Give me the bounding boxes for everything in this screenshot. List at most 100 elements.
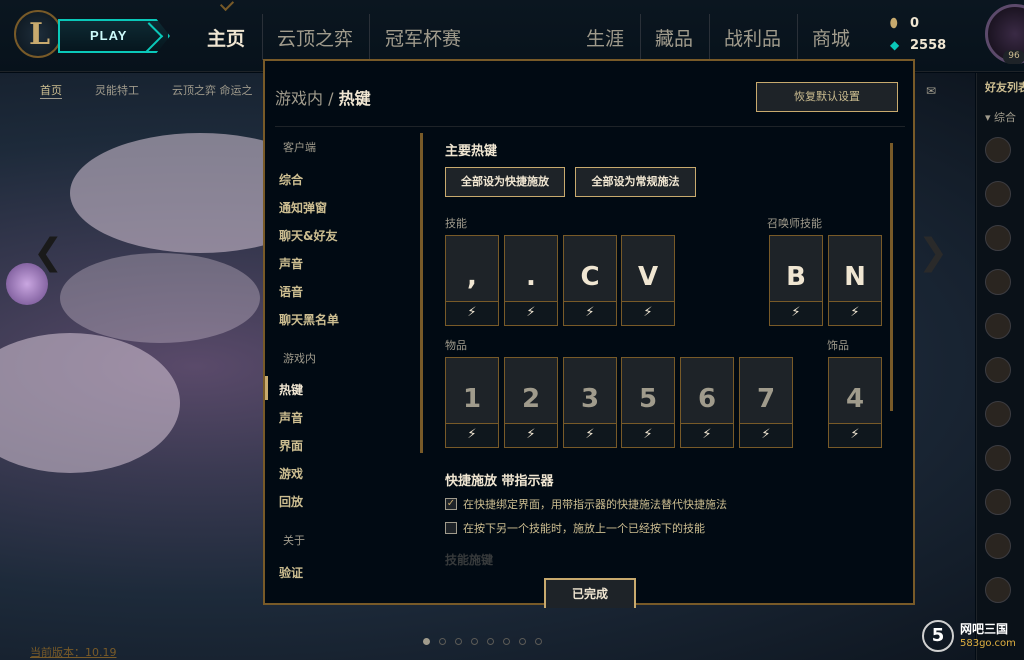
sidebar-item-hotkeys[interactable]: 热键 [279, 381, 303, 398]
nav-tft[interactable]: 云顶之弈 [277, 24, 353, 51]
header-divider [275, 126, 905, 127]
quickcast-bolt-icon[interactable]: ⚡ [770, 301, 822, 325]
carousel-dot[interactable] [423, 638, 430, 645]
skill-r-keybind[interactable]: V ⚡ [621, 235, 675, 326]
nav-clash[interactable]: 冠军杯赛 [385, 24, 461, 51]
friend-avatar[interactable] [985, 489, 1011, 515]
item-slot-6-keybind[interactable]: 7 ⚡ [739, 357, 793, 448]
carousel-dot[interactable] [519, 638, 526, 645]
friends-title: 好友列表 [985, 81, 1024, 94]
sidebar-item-replays[interactable]: 回放 [279, 493, 303, 510]
watermark-title: 网吧三国 [960, 622, 1009, 636]
blue-essence-icon: ⬮ [890, 16, 898, 30]
sidebar-section-ingame: 游戏内 [283, 352, 316, 365]
restore-defaults-button[interactable]: 恢复默认设置 [756, 82, 898, 112]
item-slot-1-keybind[interactable]: 1 ⚡ [445, 357, 499, 448]
client-version-link[interactable]: 当前版本：10.19 [30, 644, 117, 660]
carousel-next-icon[interactable]: ❯ [918, 232, 948, 273]
cast-previous-checkbox[interactable] [445, 522, 457, 534]
nav-divider [797, 14, 798, 60]
replace-quickcast-checkbox[interactable]: ✓ [445, 498, 457, 510]
carousel-dot[interactable] [487, 638, 494, 645]
breadcrumb-current: 热键 [338, 89, 371, 108]
subnav-tft[interactable]: 云顶之弈 命运之 [172, 82, 253, 98]
skills-label: 技能 [445, 217, 467, 230]
summoner-spells-label: 召唤师技能 [767, 217, 822, 230]
sidebar-item-chat-friends[interactable]: 聊天&好友 [279, 227, 337, 244]
play-button[interactable]: PLAY [58, 19, 170, 53]
friend-avatar[interactable] [985, 577, 1011, 603]
item-slot-3-keybind[interactable]: 3 ⚡ [563, 357, 617, 448]
hotkeys-content: 主要热键 全部设为快捷施放 全部设为常规施法 技能 召唤师技能 , ⚡ . ⚡ C ⚡… [445, 133, 890, 573]
quickcast-bolt-icon[interactable]: ⚡ [740, 423, 792, 447]
quickcast-bolt-icon[interactable]: ⚡ [446, 301, 498, 325]
carousel-prev-icon[interactable]: ❮ [33, 232, 63, 273]
carousel-dot[interactable] [471, 638, 478, 645]
sidebar-active-indicator [265, 376, 268, 400]
breadcrumb: 游戏内 / 热键 [275, 85, 371, 109]
sidebar-item-client-sound[interactable]: 声音 [279, 255, 303, 272]
item-slot-4-keybind[interactable]: 5 ⚡ [621, 357, 675, 448]
quickcast-bolt-icon[interactable]: ⚡ [505, 423, 557, 447]
quickcast-bolt-icon[interactable]: ⚡ [622, 423, 674, 447]
skill-q-keybind[interactable]: , ⚡ [445, 235, 499, 326]
quickcast-bolt-icon[interactable]: ⚡ [564, 423, 616, 447]
carousel-dot[interactable] [455, 638, 462, 645]
sidebar-item-voice[interactable]: 语音 [279, 283, 303, 300]
skill-e-keybind[interactable]: C ⚡ [563, 235, 617, 326]
content-scrollbar[interactable] [890, 143, 893, 411]
subnav-home[interactable]: 首页 [40, 82, 62, 99]
summoner-f-keybind[interactable]: N ⚡ [828, 235, 882, 326]
summoner-d-keybind[interactable]: B ⚡ [769, 235, 823, 326]
trinket-keybind[interactable]: 4 ⚡ [828, 357, 882, 448]
quickcast-bolt-icon[interactable]: ⚡ [829, 423, 881, 447]
sidebar-item-notifications[interactable]: 通知弹窗 [279, 199, 327, 216]
friend-avatar[interactable] [985, 357, 1011, 383]
set-all-quickcast-button[interactable]: 全部设为快捷施放 [445, 167, 565, 197]
sidebar-scrollbar[interactable] [420, 133, 423, 453]
sidebar-item-game[interactable]: 游戏 [279, 465, 303, 482]
skill-w-keybind[interactable]: . ⚡ [504, 235, 558, 326]
friend-avatar[interactable] [985, 533, 1011, 559]
nav-store[interactable]: 商城 [812, 24, 850, 51]
quickcast-bolt-icon[interactable]: ⚡ [505, 301, 557, 325]
blue-essence-balance[interactable]: ⬮ 0 [890, 16, 919, 31]
quickcast-bolt-icon[interactable]: ⚡ [681, 423, 733, 447]
replace-quickcast-label[interactable]: 在快捷绑定界面，用带指示器的快捷施法替代快捷施法 [463, 496, 727, 512]
sidebar-section-client: 客户端 [283, 141, 316, 154]
quickcast-bolt-icon[interactable]: ⚡ [446, 423, 498, 447]
done-button[interactable]: 已完成 [544, 578, 636, 608]
carousel-dot[interactable] [439, 638, 446, 645]
carousel-dot[interactable] [535, 638, 542, 645]
quickcast-bolt-icon[interactable]: ⚡ [622, 301, 674, 325]
carousel-dot[interactable] [503, 638, 510, 645]
set-all-normal-cast-button[interactable]: 全部设为常规施法 [575, 167, 696, 197]
nav-loot[interactable]: 战利品 [724, 24, 781, 51]
item-slot-2-keybind[interactable]: 2 ⚡ [504, 357, 558, 448]
friend-avatar[interactable] [985, 269, 1011, 295]
nav-collection[interactable]: 藏品 [655, 24, 693, 51]
subnav-psyops[interactable]: 灵能特工 [95, 82, 139, 98]
nav-profile[interactable]: 生涯 [586, 24, 624, 51]
friend-avatar[interactable] [985, 313, 1011, 339]
mail-icon[interactable]: ✉ [926, 84, 936, 98]
riot-points-balance[interactable]: ◆ 2558 [890, 38, 946, 53]
sidebar-item-interface[interactable]: 界面 [279, 437, 303, 454]
sidebar-item-general[interactable]: 综合 [279, 171, 303, 188]
friend-avatar[interactable] [985, 225, 1011, 251]
cast-previous-label[interactable]: 在按下另一个技能时，施放上一个已经按下的技能 [463, 520, 705, 536]
quickcast-bolt-icon[interactable]: ⚡ [564, 301, 616, 325]
friend-avatar[interactable] [985, 137, 1011, 163]
trinket-label: 饰品 [827, 339, 849, 352]
friend-avatar[interactable] [985, 401, 1011, 427]
nav-home[interactable]: 主页 [207, 24, 245, 51]
friend-avatar[interactable] [985, 445, 1011, 471]
friend-avatar[interactable] [985, 181, 1011, 207]
sidebar-item-verification[interactable]: 验证 [279, 564, 303, 581]
carousel-dots[interactable] [423, 630, 551, 649]
friends-group-header[interactable]: ▾ 综合 [985, 109, 1016, 125]
quickcast-bolt-icon[interactable]: ⚡ [829, 301, 881, 325]
sidebar-item-sound[interactable]: 声音 [279, 409, 303, 426]
item-slot-5-keybind[interactable]: 6 ⚡ [680, 357, 734, 448]
sidebar-item-block-list[interactable]: 聊天黑名单 [279, 311, 339, 328]
